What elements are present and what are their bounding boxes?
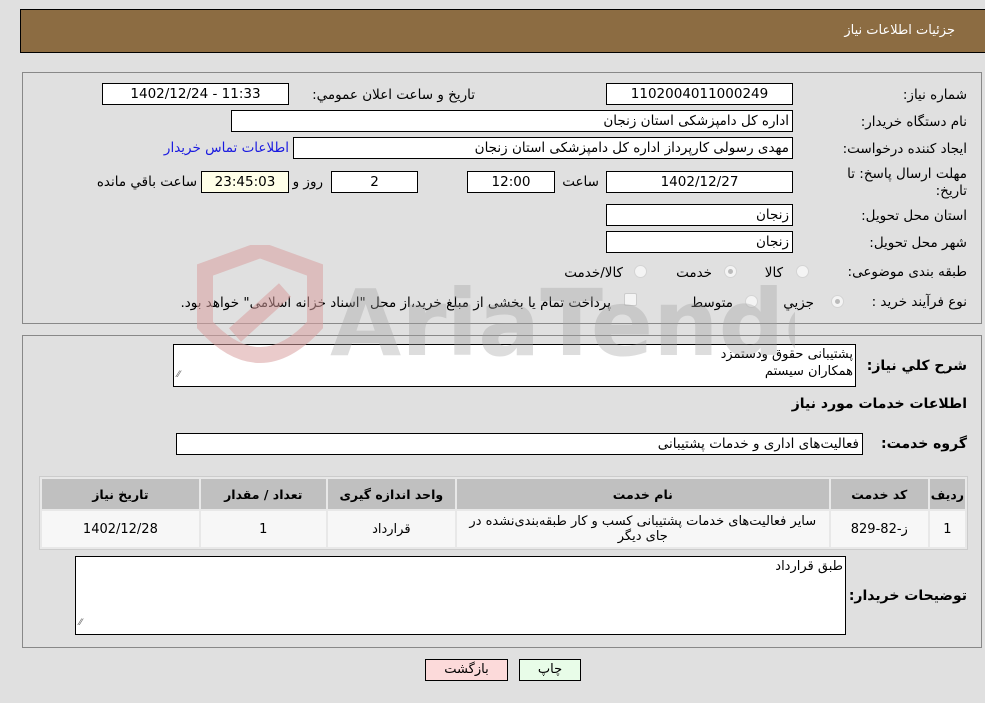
province-label: استان محل تحویل:: [861, 208, 967, 224]
services-heading: اطلاعات خدمات مورد نیاز: [791, 396, 967, 412]
cell-row-no: 1: [929, 511, 965, 547]
time-remaining-field: 23:45:03: [201, 171, 289, 193]
cell-name: سایر فعالیت‌های خدمات پشتیبانی کسب و کار…: [456, 511, 829, 547]
table-row: 1 ز-82-829 سایر فعالیت‌های خدمات پشتیبان…: [42, 511, 965, 547]
back-button[interactable]: بازگشت: [425, 659, 508, 681]
resize-grip-icon[interactable]: ⁄⁄: [79, 615, 82, 632]
buyer-org-field: اداره کل دامپزشکی استان زنجان: [231, 110, 793, 132]
deadline-label: مهلت ارسال پاسخ: تا تاریخ:: [847, 166, 967, 199]
buyer-contact-link[interactable]: اطلاعات تماس خریدار: [164, 140, 289, 156]
category-option-service: خدمت: [676, 265, 712, 281]
days-remaining-field: 2: [331, 171, 418, 193]
buyer-notes-textarea[interactable]: طبق قرارداد ⁄⁄: [75, 556, 846, 635]
province-field: زنجان: [606, 204, 793, 226]
buyer-org-label: نام دستگاه خریدار:: [860, 114, 967, 130]
category-radio-goods-service[interactable]: [634, 265, 647, 278]
resize-grip-icon[interactable]: ⁄⁄: [177, 367, 180, 384]
col-header-row-no: ردیف: [929, 479, 965, 509]
cell-code: ز-82-829: [830, 511, 928, 547]
category-option-goods: کالا: [764, 265, 783, 281]
page-header: جزئیات اطلاعات نیاز: [20, 9, 985, 53]
category-label: طبقه بندی موضوعی:: [847, 264, 967, 280]
process-option-medium: متوسط: [690, 295, 733, 311]
treasury-checkbox[interactable]: [624, 293, 637, 306]
table-header-row: ردیف کد خدمت نام خدمت واحد اندازه گیری ت…: [42, 479, 965, 509]
announce-label: تاریخ و ساعت اعلان عمومي:: [312, 87, 475, 103]
category-radio-goods[interactable]: [796, 265, 809, 278]
buyer-notes-label: توضیحات خریدار:: [848, 588, 967, 604]
process-radio-minor[interactable]: [831, 295, 844, 308]
deadline-time-field: 12:00: [467, 171, 555, 193]
city-field: زنجان: [606, 231, 793, 253]
deadline-time-label: ساعت: [562, 174, 599, 190]
creator-label: ایجاد کننده درخواست:: [842, 141, 967, 157]
city-label: شهر محل تحویل:: [869, 235, 967, 251]
services-table: ردیف کد خدمت نام خدمت واحد اندازه گیری ت…: [39, 476, 968, 550]
process-radio-medium[interactable]: [745, 295, 758, 308]
treasury-note: پرداخت تمام یا بخشی از مبلغ خرید،از محل …: [180, 295, 611, 311]
category-radio-service[interactable]: [724, 265, 737, 278]
need-number-label: شماره نیاز:: [902, 87, 967, 103]
category-option-goods-service: کالا/خدمت: [564, 265, 623, 281]
col-header-name: نام خدمت: [456, 479, 829, 509]
col-header-date: تاریخ نیاز: [42, 479, 199, 509]
cell-date: 1402/12/28: [42, 511, 199, 547]
need-number-field: 1102004011000249: [606, 83, 793, 105]
description-textarea[interactable]: پشتیبانی حقوق ودستمزد همکاران سیستم ⁄⁄: [173, 344, 856, 387]
buyer-notes-text: طبق قرارداد: [775, 559, 843, 574]
cell-qty: 1: [200, 511, 326, 547]
page-title: جزئیات اطلاعات نیاز: [844, 23, 955, 38]
description-label: شرح کلي نیاز:: [866, 358, 967, 374]
col-header-qty: تعداد / مقدار: [200, 479, 326, 509]
description-line-2: همکاران سیستم: [764, 364, 853, 379]
deadline-date-field: 1402/12/27: [606, 171, 793, 193]
service-group-field: فعالیت‌های اداری و خدمات پشتیبانی: [176, 433, 863, 455]
col-header-unit: واحد اندازه گیری: [327, 479, 455, 509]
cell-unit: قرارداد: [327, 511, 455, 547]
print-button[interactable]: چاپ: [519, 659, 581, 681]
process-label: نوع فرآیند خرید :: [871, 294, 967, 310]
creator-field: مهدی رسولی کارپرداز اداره کل دامپزشکی اس…: [293, 137, 793, 159]
service-group-label: گروه خدمت:: [881, 436, 967, 452]
process-option-minor: جزيي: [783, 295, 814, 311]
col-header-code: کد خدمت: [830, 479, 928, 509]
time-remaining-label: ساعت باقي مانده: [96, 174, 197, 190]
description-line-1: پشتیبانی حقوق ودستمزد: [720, 347, 853, 362]
announce-field: 1402/12/24 - 11:33: [102, 83, 289, 105]
days-label: روز و: [292, 174, 323, 190]
